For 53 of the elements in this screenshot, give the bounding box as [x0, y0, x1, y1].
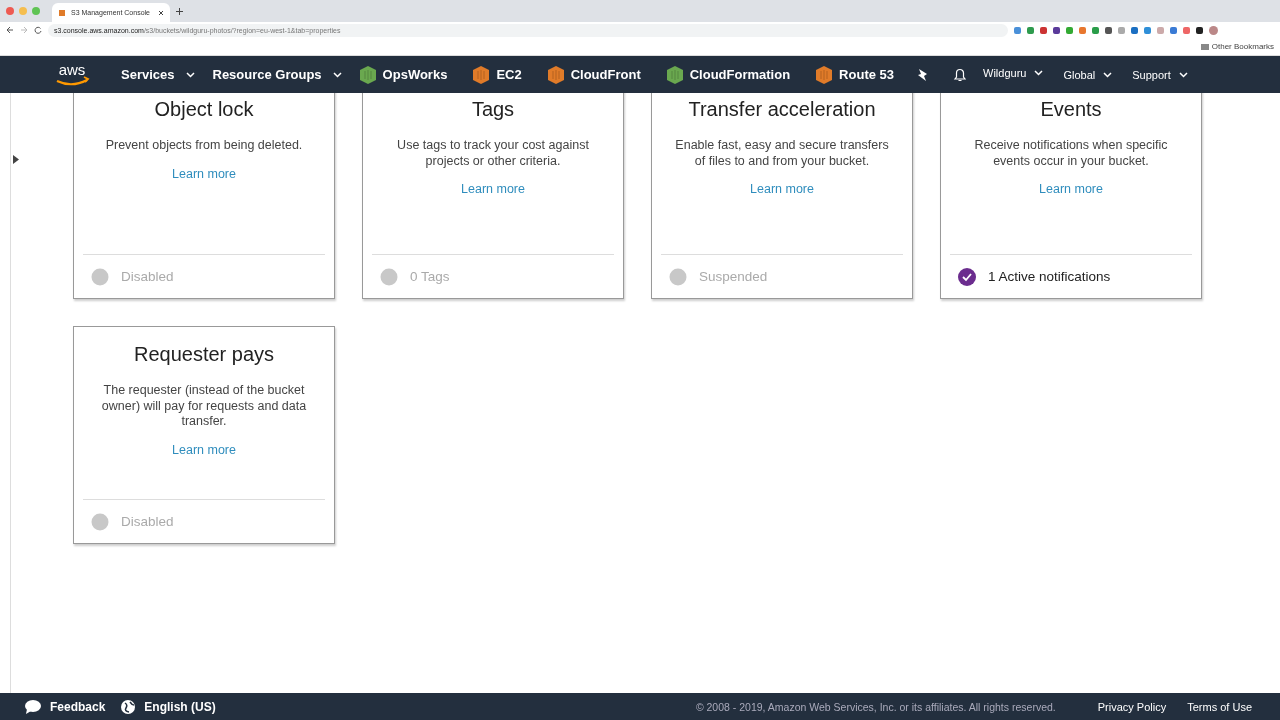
- bell-icon[interactable]: [953, 67, 967, 82]
- status-text: Disabled: [121, 269, 174, 284]
- status-text: 1 Active notifications: [988, 269, 1111, 284]
- caret-icon: [332, 71, 342, 78]
- caret-icon: [1103, 71, 1113, 78]
- expand-arrow-icon[interactable]: [13, 155, 19, 164]
- card-title: Transfer acceleration: [687, 98, 877, 120]
- caret-icon: [1034, 70, 1044, 76]
- card-description: The requester (instead of the bucket owner) will pay for requests and data transfer.: [100, 383, 308, 430]
- account-menu[interactable]: Wildguru: [983, 67, 1044, 79]
- feedback-button[interactable]: Feedback: [25, 699, 106, 714]
- learn-more-link[interactable]: Learn more: [1039, 182, 1103, 196]
- close-icon[interactable]: [158, 9, 164, 16]
- back-icon[interactable]: [6, 26, 14, 34]
- nav-menu[interactable]: Resource Groups: [212, 67, 342, 82]
- service-shortcut[interactable]: OpsWorks: [359, 65, 448, 84]
- learn-more-link[interactable]: Learn more: [750, 182, 814, 196]
- card-description: Receive notifications when specific events occur in your bucket.: [973, 138, 1169, 169]
- card-description: Prevent objects from being deleted.: [104, 138, 304, 154]
- card-title: Tags: [470, 98, 516, 120]
- aws-logo[interactable]: aws: [54, 61, 90, 88]
- card-title: Object lock: [153, 98, 255, 120]
- card-title: Events: [1039, 98, 1103, 120]
- support-menu[interactable]: Support: [1132, 68, 1188, 81]
- caret-icon: [1178, 71, 1188, 78]
- bookmark-folder[interactable]: Other Bookmarks: [1211, 42, 1274, 51]
- language-selector[interactable]: English (US): [121, 699, 216, 714]
- status-text: 0 Tags: [410, 269, 450, 284]
- globe-icon: [121, 699, 136, 714]
- avatar-icon[interactable]: [1209, 25, 1218, 35]
- learn-more-link[interactable]: Learn more: [172, 442, 236, 457]
- service-shortcut[interactable]: CloudFormation: [666, 65, 791, 84]
- region-menu[interactable]: Global: [1063, 68, 1113, 81]
- nav-menu[interactable]: Services: [121, 67, 195, 82]
- speech-bubble-icon: [25, 699, 41, 714]
- footer-link[interactable]: Privacy Policy: [1097, 700, 1167, 713]
- status-text: Disabled: [121, 514, 174, 529]
- footer-link[interactable]: Terms of Use: [1187, 700, 1252, 713]
- learn-more-link[interactable]: Learn more: [172, 166, 236, 181]
- learn-more-link[interactable]: Learn more: [461, 182, 525, 196]
- new-tab-icon[interactable]: [176, 7, 183, 15]
- card-description: Use tags to track your cost against projects or other criteria.: [396, 138, 590, 169]
- service-shortcut[interactable]: Route 53: [816, 65, 894, 84]
- copyright-text: © 2008 - 2019, Amazon Web Services, Inc. or its affiliates. All rights reserved.: [695, 700, 1056, 713]
- caret-icon: [185, 71, 195, 78]
- window-controls[interactable]: [6, 7, 40, 15]
- status-text: Suspended: [699, 269, 768, 284]
- service-shortcut[interactable]: EC2: [473, 65, 522, 84]
- folder-icon: [1200, 43, 1209, 50]
- card-title: Requester pays: [132, 343, 276, 365]
- card-description: Enable fast, easy and secure transfers of files to and from your bucket.: [674, 138, 890, 169]
- service-shortcut[interactable]: CloudFront: [547, 65, 641, 84]
- reload-icon[interactable]: [34, 26, 42, 34]
